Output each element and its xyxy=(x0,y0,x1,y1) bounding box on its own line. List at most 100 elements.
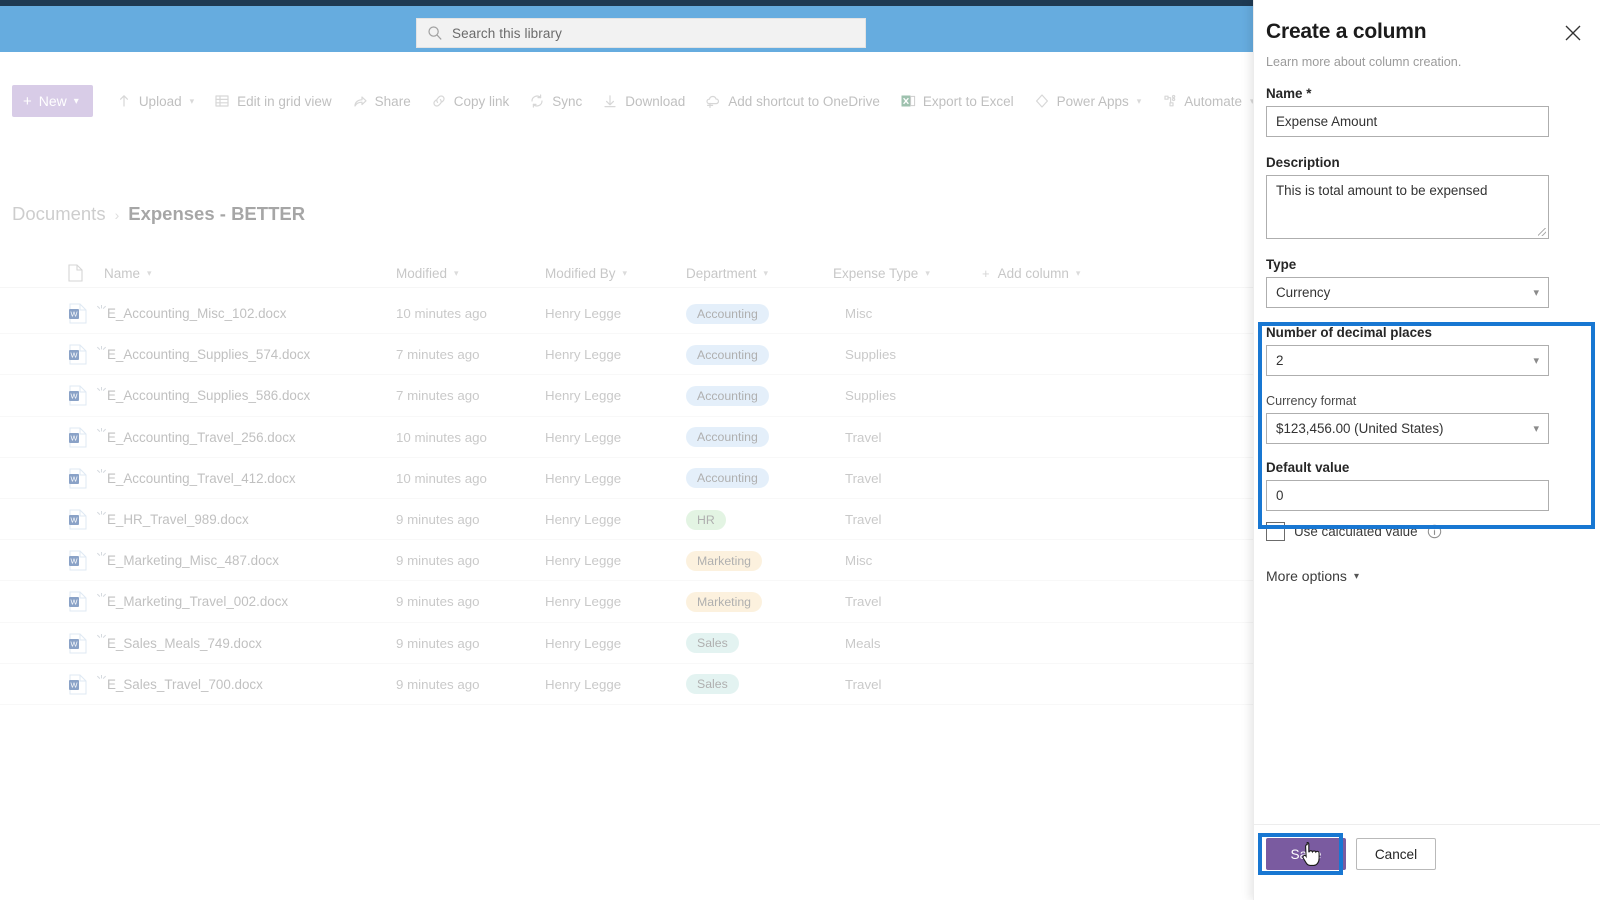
info-icon[interactable] xyxy=(1427,524,1442,539)
command-automate[interactable]: Automate▾ xyxy=(1152,85,1263,117)
column-header-modified-by[interactable]: Modified By ▾ xyxy=(545,258,627,288)
command-label: Share xyxy=(374,93,411,109)
command-sync[interactable]: Sync xyxy=(520,85,591,117)
word-file-icon: W xyxy=(69,303,87,324)
close-icon[interactable] xyxy=(1562,22,1584,44)
row-name-cell[interactable]: E_HR_Travel_989.docx xyxy=(97,499,249,540)
chevron-down-icon: ▾ xyxy=(1075,267,1081,278)
row-department: Sales xyxy=(686,623,739,664)
table-row[interactable]: W E_Marketing_Travel_002.docx 9 minutes … xyxy=(0,581,1253,623)
row-modified-by-value: Henry Legge xyxy=(545,306,622,322)
department-badge: Marketing xyxy=(686,550,762,571)
row-name-cell[interactable]: E_Accounting_Misc_102.docx xyxy=(97,293,286,334)
table-row[interactable]: W E_Accounting_Travel_412.docx 10 minute… xyxy=(0,458,1253,499)
row-department: Accounting xyxy=(686,293,769,334)
table-row[interactable]: W E_Accounting_Supplies_586.docx 7 minut… xyxy=(0,375,1253,417)
command-label: Export to Excel xyxy=(922,93,1014,109)
new-item-indicator-icon xyxy=(97,386,106,391)
command-copy-link[interactable]: Copy link xyxy=(422,85,519,117)
save-button[interactable]: Save xyxy=(1266,838,1346,870)
command-power-apps[interactable]: Power Apps ▾ xyxy=(1025,85,1151,117)
panel-title: Create a column xyxy=(1266,20,1427,43)
row-expense-type: Supplies xyxy=(845,375,896,416)
new-button[interactable]: + New ▾ xyxy=(12,85,93,117)
field-currency-format: Currency format $123,456.00 (United Stat… xyxy=(1266,394,1549,444)
row-modified-value: 9 minutes ago xyxy=(396,553,480,569)
decimal-places-label: Number of decimal places xyxy=(1266,325,1432,340)
row-expense-type-value: Travel xyxy=(845,512,882,528)
table-row[interactable]: W E_Accounting_Supplies_574.docx 7 minut… xyxy=(0,334,1253,376)
command-add-shortcut-to-onedrive[interactable]: Add shortcut to OneDrive xyxy=(696,85,889,117)
department-badge: Accounting xyxy=(686,468,769,489)
svg-text:W: W xyxy=(71,598,78,607)
use-calculated-value-checkbox[interactable] xyxy=(1266,522,1285,541)
command-download[interactable]: Download xyxy=(593,85,694,117)
table-row[interactable]: W E_Accounting_Misc_102.docx 10 minutes … xyxy=(0,293,1253,335)
onedrive-shortcut-icon xyxy=(706,95,720,108)
column-header-name[interactable]: Name ▾ xyxy=(104,258,152,288)
default-value-field[interactable]: 0 xyxy=(1266,480,1549,511)
command-label: Automate xyxy=(1184,93,1243,109)
new-item-indicator-icon xyxy=(97,510,106,515)
chevron-down-icon: ▾ xyxy=(189,95,195,106)
currency-format-label: Currency format xyxy=(1266,394,1357,408)
command-edit-in-grid-view[interactable]: Edit in grid view xyxy=(205,85,341,117)
column-header-modified[interactable]: Modified ▾ xyxy=(396,258,459,288)
cancel-button[interactable]: Cancel xyxy=(1356,838,1436,870)
row-name-cell[interactable]: E_Sales_Travel_700.docx xyxy=(97,664,263,705)
word-file-icon: W xyxy=(69,427,87,448)
more-options-toggle[interactable]: More options ▾ xyxy=(1266,568,1359,584)
save-button-label: Save xyxy=(1290,846,1322,862)
row-modified-by-value: Henry Legge xyxy=(545,676,622,692)
name-field[interactable]: Expense Amount xyxy=(1266,106,1549,137)
row-name-cell[interactable]: E_Accounting_Supplies_586.docx xyxy=(97,375,310,416)
search-input[interactable]: Search this library xyxy=(416,18,866,48)
row-department: Sales xyxy=(686,664,739,705)
command-label: Power Apps xyxy=(1056,93,1129,109)
column-header-expense-type[interactable]: Expense Type ▾ xyxy=(833,258,930,288)
table-row[interactable]: W E_Sales_Meals_749.docx 9 minutes ago H… xyxy=(0,623,1253,664)
breadcrumb-root[interactable]: Documents xyxy=(12,203,106,225)
file-type-icon xyxy=(68,264,83,282)
table-row[interactable]: W E_Accounting_Travel_256.docx 10 minute… xyxy=(0,417,1253,458)
row-file-icon: W xyxy=(68,417,88,458)
command-export-to-excel[interactable]: Export to Excel xyxy=(891,85,1023,117)
use-calculated-value-row[interactable]: Use calculated value xyxy=(1266,522,1442,541)
svg-text:W: W xyxy=(71,474,78,483)
row-file-name: E_Accounting_Travel_256.docx xyxy=(107,429,296,445)
description-field[interactable]: This is total amount to be expensed xyxy=(1266,175,1549,239)
word-file-icon: W xyxy=(69,509,87,530)
plus-icon: + xyxy=(982,265,990,281)
decimal-places-select[interactable]: 2 ▾ xyxy=(1266,345,1549,376)
row-name-cell[interactable]: E_Accounting_Travel_256.docx xyxy=(97,417,296,458)
row-modified-by: Henry Legge xyxy=(545,540,621,581)
department-badge: Accounting xyxy=(686,344,769,365)
table-row[interactable]: W E_Sales_Travel_700.docx 9 minutes ago … xyxy=(0,664,1253,705)
column-header-add-column[interactable]: + Add column ▾ xyxy=(982,258,1080,288)
row-expense-type: Travel xyxy=(845,581,881,622)
table-row[interactable]: W E_Marketing_Misc_487.docx 9 minutes ag… xyxy=(0,540,1253,582)
row-file-name: E_Accounting_Travel_412.docx xyxy=(107,470,296,486)
type-select[interactable]: Currency ▾ xyxy=(1266,277,1549,308)
row-modified-by-value: Henry Legge xyxy=(545,553,622,569)
panel-subtitle[interactable]: Learn more about column creation. xyxy=(1266,55,1461,69)
currency-format-select[interactable]: $123,456.00 (United States) ▾ xyxy=(1266,413,1549,444)
column-header-department[interactable]: Department ▾ xyxy=(686,258,768,288)
chevron-down-icon: ▾ xyxy=(454,267,459,278)
svg-text:W: W xyxy=(71,310,78,319)
row-name-cell[interactable]: E_Sales_Meals_749.docx xyxy=(97,623,262,664)
field-decimal-places: Number of decimal places 2 ▾ xyxy=(1266,325,1549,376)
table-row[interactable]: W E_HR_Travel_989.docx 9 minutes ago Hen… xyxy=(0,499,1253,541)
command-share[interactable]: Share xyxy=(343,85,420,117)
row-name-cell[interactable]: E_Accounting_Travel_412.docx xyxy=(97,458,296,499)
row-name-cell[interactable]: E_Accounting_Supplies_574.docx xyxy=(97,334,310,375)
row-modified-by: Henry Legge xyxy=(545,458,621,499)
command-upload[interactable]: Upload ▾ xyxy=(107,85,203,117)
row-name-cell[interactable]: E_Marketing_Travel_002.docx xyxy=(97,581,288,622)
upload-icon xyxy=(119,95,128,107)
row-file-icon: W xyxy=(68,375,88,416)
row-modified-value: 9 minutes ago xyxy=(396,676,480,692)
cancel-button-label: Cancel xyxy=(1374,846,1418,862)
search-icon xyxy=(428,26,442,40)
row-name-cell[interactable]: E_Marketing_Misc_487.docx xyxy=(97,540,279,581)
